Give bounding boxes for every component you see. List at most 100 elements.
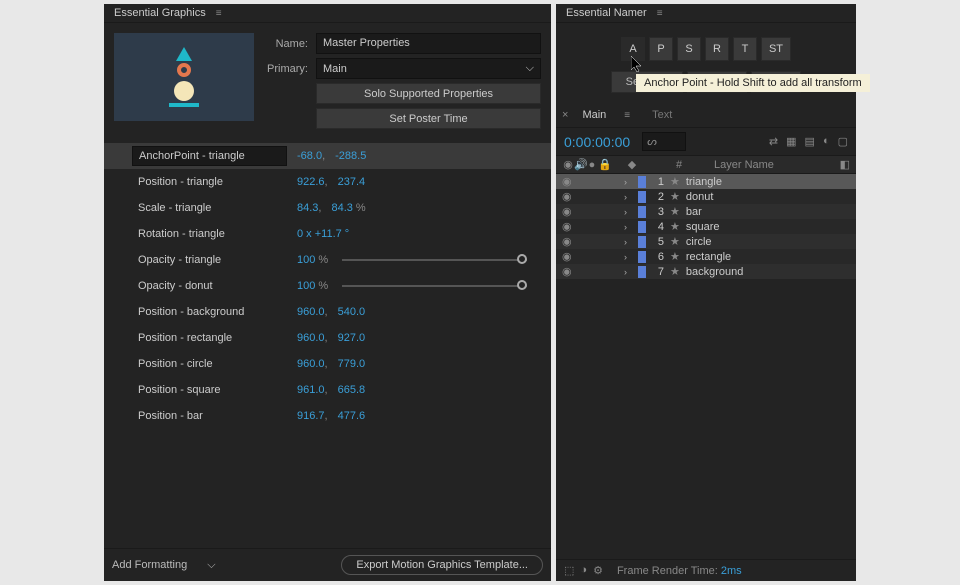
property-row[interactable]: Position - circle960.0,779.0 xyxy=(104,351,551,377)
visibility-toggle[interactable]: ◉ xyxy=(562,190,574,203)
label-color[interactable] xyxy=(638,251,646,263)
property-value[interactable]: -288.5 xyxy=(335,150,366,162)
layer-name[interactable]: donut xyxy=(686,191,714,203)
slider-handle[interactable] xyxy=(517,254,527,264)
property-value[interactable]: 477.6 xyxy=(338,410,366,422)
label-color[interactable] xyxy=(638,176,646,188)
layer-name[interactable]: rectangle xyxy=(686,251,731,263)
property-name[interactable]: AnchorPoint - triangle xyxy=(132,146,287,166)
property-value[interactable]: 237.4 xyxy=(338,176,366,188)
property-value[interactable]: 0 x +11.7 ° xyxy=(297,228,349,240)
property-name[interactable]: Opacity - donut xyxy=(132,277,287,295)
property-row[interactable]: Opacity - triangle100% xyxy=(104,247,551,273)
property-value[interactable]: 100 xyxy=(297,254,315,266)
visibility-toggle[interactable]: ◉ xyxy=(562,250,574,263)
layer-row[interactable]: ◉›4★square xyxy=(556,219,856,234)
name-input[interactable]: Master Properties xyxy=(316,33,541,54)
property-name[interactable]: Position - background xyxy=(132,303,287,321)
visibility-toggle[interactable]: ◉ xyxy=(562,265,574,278)
draft-3d-icon[interactable]: ▦ xyxy=(786,135,796,148)
toggle-options-icon[interactable]: ⚙ xyxy=(593,564,603,577)
twirl-icon[interactable]: › xyxy=(624,252,634,262)
property-row[interactable]: AnchorPoint - triangle-68.0,-288.5 xyxy=(104,143,551,169)
property-name[interactable]: Position - square xyxy=(132,381,287,399)
label-color[interactable] xyxy=(638,236,646,248)
label-column-icon[interactable]: ◆ xyxy=(626,158,638,171)
add-formatting-dropdown[interactable]: Add Formatting ⌵ xyxy=(112,559,216,572)
property-name[interactable]: Opacity - triangle xyxy=(132,251,287,269)
property-value[interactable]: 84.3 xyxy=(297,202,318,214)
twirl-icon[interactable]: › xyxy=(624,192,634,202)
audio-column-icon[interactable]: 🔊 xyxy=(574,158,586,171)
close-tab-icon[interactable]: × xyxy=(562,109,568,121)
visibility-toggle[interactable]: ◉ xyxy=(562,175,574,188)
layer-name[interactable]: circle xyxy=(686,236,712,248)
property-value[interactable]: 960.0 xyxy=(297,332,325,344)
transform-button-r[interactable]: R xyxy=(705,37,729,61)
graph-editor-icon[interactable]: ▢ xyxy=(838,135,848,148)
property-name[interactable]: Rotation - triangle xyxy=(132,225,287,243)
twirl-icon[interactable]: › xyxy=(624,222,634,232)
property-value[interactable]: 922.6 xyxy=(297,176,325,188)
layer-row[interactable]: ◉›7★background xyxy=(556,264,856,279)
property-value[interactable]: 84.3 xyxy=(331,202,352,214)
transform-button-st[interactable]: ST xyxy=(761,37,791,61)
primary-select[interactable]: Main ⌵ xyxy=(316,58,541,79)
label-color[interactable] xyxy=(638,191,646,203)
layer-row[interactable]: ◉›6★rectangle xyxy=(556,249,856,264)
property-value[interactable]: -68.0 xyxy=(297,150,322,162)
tab-text[interactable]: Text xyxy=(644,105,680,125)
transform-button-s[interactable]: S xyxy=(677,37,701,61)
property-value[interactable]: 927.0 xyxy=(338,332,366,344)
property-row[interactable]: Opacity - donut100% xyxy=(104,273,551,299)
property-name[interactable]: Position - triangle xyxy=(132,173,287,191)
label-color[interactable] xyxy=(638,266,646,278)
timecode[interactable]: 0:00:00:00 xyxy=(564,134,630,150)
twirl-icon[interactable]: › xyxy=(624,207,634,217)
visibility-toggle[interactable]: ◉ xyxy=(562,205,574,218)
layer-row[interactable]: ◉›5★circle xyxy=(556,234,856,249)
property-value[interactable]: 665.8 xyxy=(338,384,366,396)
layer-name[interactable]: bar xyxy=(686,206,702,218)
layer-name[interactable]: triangle xyxy=(686,176,722,188)
property-name[interactable]: Position - bar xyxy=(132,407,287,425)
shy-column-icon[interactable]: ◧ xyxy=(840,158,850,171)
layer-name[interactable]: background xyxy=(686,266,744,278)
property-value[interactable]: 961.0 xyxy=(297,384,325,396)
label-color[interactable] xyxy=(638,206,646,218)
layer-name[interactable]: square xyxy=(686,221,720,233)
twirl-icon[interactable]: › xyxy=(624,237,634,247)
export-template-button[interactable]: Export Motion Graphics Template... xyxy=(341,555,543,575)
layer-row[interactable]: ◉›2★donut xyxy=(556,189,856,204)
solo-properties-button[interactable]: Solo Supported Properties xyxy=(316,83,541,104)
solo-column-icon[interactable]: ● xyxy=(586,159,598,171)
composition-flowchart-icon[interactable]: ⇄ xyxy=(769,135,778,148)
transform-button-t[interactable]: T xyxy=(733,37,757,61)
frame-blend-icon[interactable]: ▤ xyxy=(805,135,815,148)
property-value[interactable]: 916.7 xyxy=(297,410,325,422)
lock-column-icon[interactable]: 🔒 xyxy=(598,158,610,171)
slider-handle[interactable] xyxy=(517,280,527,290)
property-row[interactable]: Rotation - triangle 0 x +11.7 ° xyxy=(104,221,551,247)
motion-blur-icon[interactable]: ◐ xyxy=(823,135,830,148)
opacity-slider[interactable] xyxy=(342,259,527,261)
property-row[interactable]: Position - background960.0,540.0 xyxy=(104,299,551,325)
property-name[interactable]: Position - circle xyxy=(132,355,287,373)
transform-button-p[interactable]: P xyxy=(649,37,673,61)
tab-menu-icon[interactable]: ≡ xyxy=(624,110,630,121)
layer-search-input[interactable]: ᔕ xyxy=(642,132,686,151)
layer-row[interactable]: ◉›3★bar xyxy=(556,204,856,219)
panel-menu-icon[interactable]: ≡ xyxy=(657,8,663,19)
toggle-switches-icon[interactable]: ⬚ xyxy=(564,564,574,577)
visibility-toggle[interactable]: ◉ xyxy=(562,235,574,248)
property-value[interactable]: 960.0 xyxy=(297,306,325,318)
property-value[interactable]: 540.0 xyxy=(338,306,366,318)
property-row[interactable]: Position - square961.0,665.8 xyxy=(104,377,551,403)
twirl-icon[interactable]: › xyxy=(624,177,634,187)
twirl-icon[interactable]: › xyxy=(624,267,634,277)
opacity-slider[interactable] xyxy=(342,285,527,287)
tab-main[interactable]: Main xyxy=(574,105,614,125)
set-poster-time-button[interactable]: Set Poster Time xyxy=(316,108,541,129)
property-value[interactable]: 100 xyxy=(297,280,315,292)
property-row[interactable]: Position - rectangle960.0,927.0 xyxy=(104,325,551,351)
